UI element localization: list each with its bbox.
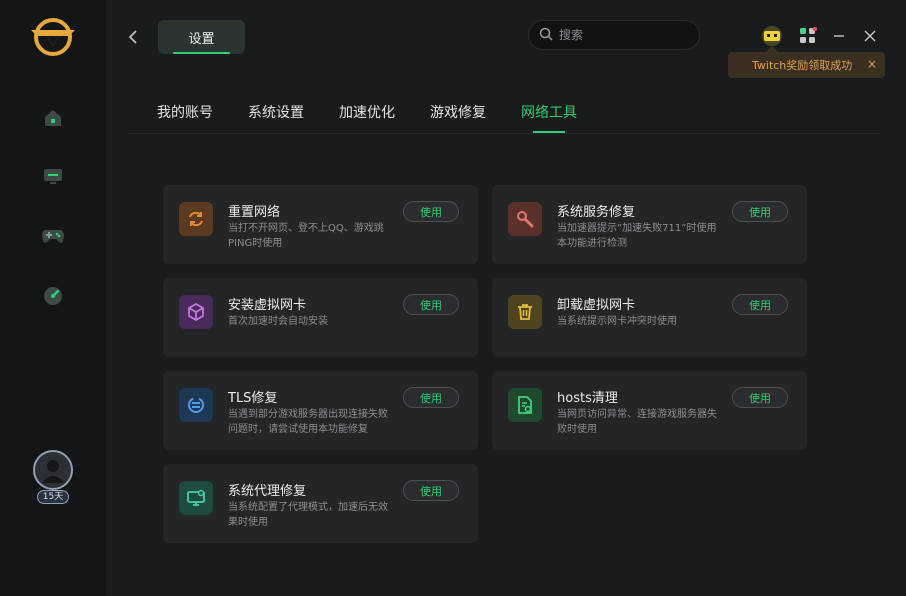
- tool-description: 当网页访问异常、连接游戏服务器失败时使用: [557, 409, 717, 435]
- gamepad-icon[interactable]: [40, 223, 66, 249]
- tab-my-account[interactable]: 我的账号: [157, 102, 213, 122]
- back-icon[interactable]: [124, 27, 142, 47]
- search-icon: [539, 26, 553, 45]
- tool-description: 当遇到部分游戏服务器出现连接失败问题时，请尝试使用本功能修复: [228, 409, 388, 435]
- tab-system-settings[interactable]: 系统设置: [248, 102, 304, 122]
- tool-description: 当加速器提示“加速失败711”时使用本功能进行检测: [557, 223, 717, 249]
- tls-sync-icon: [179, 388, 213, 422]
- tool-title: TLS修复: [228, 391, 278, 406]
- use-button[interactable]: 使用: [732, 294, 788, 315]
- tab-acceleration[interactable]: 加速优化: [339, 102, 395, 122]
- refresh-icon: [179, 202, 213, 236]
- tool-card-system-proxy-repair: 系统代理修复 当系统配置了代理模式，加速后无效果时使用 使用: [163, 464, 478, 543]
- tool-title: 系统服务修复: [557, 205, 636, 220]
- tool-card-install-virtual-nic: 安装虚拟网卡 首次加速时会自动安装 使用: [163, 278, 478, 357]
- user-avatar[interactable]: 15天: [28, 448, 78, 508]
- use-button[interactable]: 使用: [732, 201, 788, 222]
- twitch-reward-icon[interactable]: [761, 25, 783, 47]
- tab-network-tools[interactable]: 网络工具: [521, 102, 577, 133]
- minimize-icon[interactable]: [828, 25, 850, 47]
- search-input[interactable]: [559, 28, 679, 42]
- toast-close-button[interactable]: ×: [867, 57, 877, 71]
- use-button[interactable]: 使用: [732, 387, 788, 408]
- tool-description: 首次加速时会自动安装: [228, 316, 328, 327]
- tool-card-system-service-repair: 系统服务修复 当加速器提示“加速失败711”时使用本功能进行检测 使用: [492, 185, 807, 264]
- settings-tab-button[interactable]: 设置: [158, 20, 245, 54]
- tool-card-uninstall-virtual-nic: 卸载虚拟网卡 当系统提示网卡冲突时使用 使用: [492, 278, 807, 357]
- use-button[interactable]: 使用: [403, 387, 459, 408]
- trash-icon: [508, 295, 542, 329]
- tool-description: 当系统提示网卡冲突时使用: [557, 316, 677, 327]
- toast-notification: Twitch奖励领取成功 ×: [728, 46, 885, 78]
- tool-card-hosts-clean: hosts清理 当网页访问异常、连接游戏服务器失败时使用 使用: [492, 371, 807, 450]
- level-badge: 15天: [37, 490, 69, 504]
- use-button[interactable]: 使用: [403, 480, 459, 501]
- document-clean-icon: [508, 388, 542, 422]
- tool-title: 重置网络: [228, 205, 281, 220]
- wrench-icon: [508, 202, 542, 236]
- home-icon[interactable]: [40, 105, 66, 131]
- sidebar: 15天: [0, 0, 106, 596]
- apps-grid-icon[interactable]: [797, 25, 819, 47]
- speedometer-icon[interactable]: [40, 283, 66, 309]
- tool-card-tls-repair: TLS修复 当遇到部分游戏服务器出现连接失败问题时，请尝试使用本功能修复 使用: [163, 371, 478, 450]
- tool-card-reset-network: 重置网络 当打不开网页、登不上QQ、游戏跳PING时使用 使用: [163, 185, 478, 264]
- avatar-icon: [33, 450, 73, 490]
- tool-title: 卸载虚拟网卡: [557, 298, 636, 313]
- tool-description: 当打不开网页、登不上QQ、游戏跳PING时使用: [228, 223, 384, 249]
- use-button[interactable]: 使用: [403, 294, 459, 315]
- search-box[interactable]: [528, 20, 700, 50]
- app-logo: [29, 16, 77, 58]
- tool-title: 系统代理修复: [228, 484, 307, 499]
- toast-message: Twitch奖励领取成功: [752, 59, 853, 72]
- tab-game-repair[interactable]: 游戏修复: [430, 102, 486, 122]
- tool-title: 安装虚拟网卡: [228, 298, 307, 313]
- cube-icon: [179, 295, 213, 329]
- tool-title: hosts清理: [557, 391, 618, 406]
- monitor-icon[interactable]: [40, 163, 66, 189]
- close-icon[interactable]: [859, 25, 881, 47]
- settings-tabs: 我的账号 系统设置 加速优化 游戏修复 网络工具: [128, 96, 880, 134]
- tool-description: 当系统配置了代理模式，加速后无效果时使用: [228, 502, 388, 528]
- use-button[interactable]: 使用: [403, 201, 459, 222]
- monitor-proxy-icon: [179, 481, 213, 515]
